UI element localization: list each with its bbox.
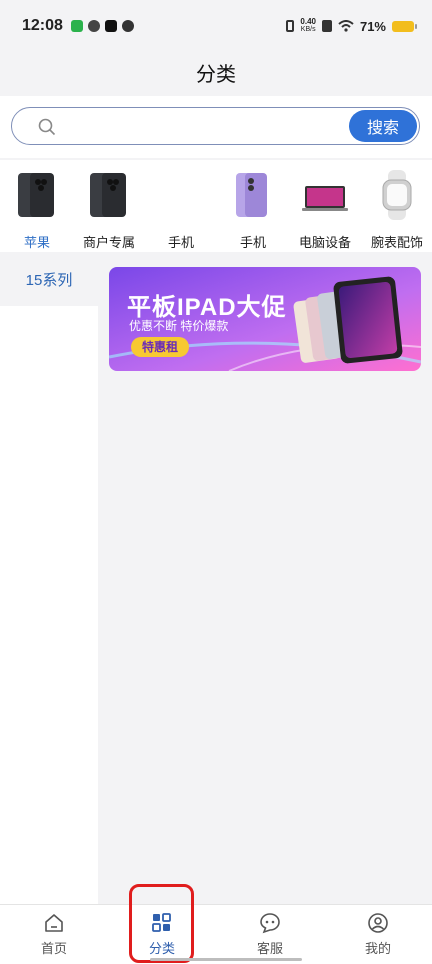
search-input[interactable] xyxy=(72,114,342,140)
wifi-icon xyxy=(338,20,354,32)
status-app-icons xyxy=(70,20,134,32)
nav-profile[interactable]: 我的 xyxy=(324,905,432,964)
banner-badge: 特惠租 xyxy=(131,337,189,357)
category-merchant[interactable]: 商户专属 xyxy=(74,170,144,251)
search-icon xyxy=(38,118,56,136)
category-label: 电脑设备 xyxy=(298,235,351,250)
ipad-promo-banner[interactable]: 平板IPAD大促 优惠不断 特价爆款 特惠租 xyxy=(109,267,421,371)
battery-text: 71% xyxy=(359,18,386,34)
nav-category[interactable]: 分类 xyxy=(108,905,216,964)
net-speed: 0.40 KB/s xyxy=(300,18,316,34)
iphone-pro-icon xyxy=(90,173,126,217)
home-indicator xyxy=(150,958,302,961)
banner-subtitle: 优惠不断 特价爆款 xyxy=(129,319,229,333)
page-title: 分类 xyxy=(196,64,236,86)
nav-customer-service[interactable]: 客服 xyxy=(216,905,324,964)
status-bar: 12:08 0.40 KB/s 71% xyxy=(0,0,432,52)
home-icon xyxy=(45,914,63,932)
category-apple[interactable]: 苹果 xyxy=(2,170,72,251)
search-bar: 搜索 xyxy=(0,96,432,158)
nav-label: 分类 xyxy=(148,941,175,956)
vibrate-icon xyxy=(286,20,295,32)
category-icon xyxy=(152,913,171,932)
battery-icon xyxy=(392,20,417,32)
status-right: 0.40 KB/s 71% xyxy=(286,18,417,34)
blank-icon xyxy=(158,170,204,220)
search-button[interactable]: 搜索 xyxy=(349,110,417,142)
net-speed-value: 0.40 xyxy=(300,17,316,26)
profile-icon xyxy=(368,913,388,933)
laptop-icon xyxy=(302,186,348,211)
category-phone-1[interactable]: 手机 xyxy=(146,170,216,251)
category-label: 腕表配饰 xyxy=(370,235,423,250)
iphone-pro-icon xyxy=(18,173,54,217)
nav-label: 我的 xyxy=(364,941,391,956)
nav-label: 首页 xyxy=(40,941,67,956)
category-label: 商户专属 xyxy=(82,235,135,250)
nav-label: 客服 xyxy=(256,941,283,956)
chat-icon xyxy=(260,913,280,934)
iphone-purple-icon xyxy=(236,173,267,217)
search-box: 搜索 xyxy=(11,107,420,145)
left-menu: 15系列 xyxy=(0,252,98,904)
status-time: 12:08 xyxy=(22,17,63,34)
category-watch[interactable]: 腕表配饰 xyxy=(362,170,432,251)
bottom-nav: 首页 分类 客服 我的 xyxy=(0,904,432,964)
link-icon xyxy=(121,20,134,32)
category-phone-2[interactable]: 手机 xyxy=(218,170,288,251)
watch-icon xyxy=(382,170,412,220)
net-speed-unit: KB/s xyxy=(300,26,316,33)
category-label: 苹果 xyxy=(23,235,50,250)
tiktok-icon xyxy=(104,20,117,32)
app-icon-green xyxy=(70,20,83,32)
category-strip: 苹果 商户专属 手机 手机 电脑设备 腕表配饰 xyxy=(0,160,432,252)
left-menu-item-15-series[interactable]: 15系列 xyxy=(0,252,98,306)
nav-home[interactable]: 首页 xyxy=(0,905,108,964)
category-label: 手机 xyxy=(239,235,266,250)
category-label: 手机 xyxy=(167,235,194,250)
category-computer[interactable]: 电脑设备 xyxy=(290,170,360,251)
wechat-icon xyxy=(87,20,100,32)
sim-icon xyxy=(321,20,332,32)
